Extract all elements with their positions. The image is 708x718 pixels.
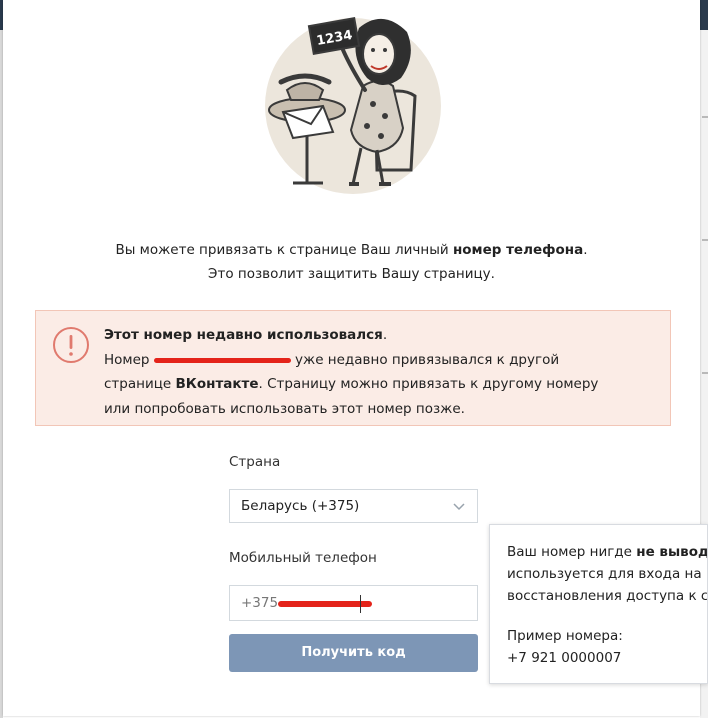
background-tick [702,372,708,374]
warning-line-2-prefix: Номер [104,351,154,368]
background-tick [702,116,708,118]
intro-line-1-prefix: Вы можете привязать к странице Ваш личны… [115,242,453,258]
tooltip-line-2: используется для входа на [507,566,702,582]
warning-line-4: или попробовать использовать этот номер … [104,400,465,417]
tooltip-line-3: восстановления доступа к с [507,588,708,604]
warning-box: Этот номер недавно использовался. Номер … [35,310,671,426]
phone-input-value: +375 [241,595,279,611]
phone-info-tooltip: Ваш номер нигде не вывод используется дл… [489,524,708,684]
intro-line-1: Вы можете привязать к странице Ваш личны… [3,238,700,262]
country-select[interactable]: Беларусь (+375) [229,489,478,523]
redacted-phone-digits [278,601,372,607]
girl-with-phone-illustration: 1234 [265,17,441,194]
background-tick [702,239,708,241]
phone-label: Мобильный телефон [229,550,377,566]
phone-input[interactable]: +375 [229,585,478,621]
warning-line-2: Номер уже недавно привязывался к другой [104,348,659,373]
warning-line-3-suffix: . Страницу можно привязать к другому ном… [258,376,599,392]
intro-text: Вы можете привязать к странице Ваш личны… [3,238,700,286]
tooltip-line-1-bold: не вывод [636,544,708,560]
tooltip-line-1-prefix: Ваш номер нигде [507,544,637,560]
warning-line-2-suffix: уже недавно привязывался к другой [290,351,560,368]
redacted-phone-number [153,353,291,367]
tooltip-example-label: Пример номера: [507,628,623,644]
warning-title: Этот номер недавно использовался [104,327,383,343]
warning-line-3-prefix: странице [104,376,176,392]
get-code-button[interactable]: Получить код [229,634,478,672]
warning-line-3-bold: ВКонтакте [175,376,259,392]
intro-line-2: Это позволит защитить Вашу страницу. [208,266,495,282]
intro-line-1-bold: номер телефона [452,242,584,258]
country-label: Страна [229,454,281,470]
tooltip-example-value: +7 921 0000007 [507,650,622,666]
warning-title-line: Этот номер недавно использовался. [104,323,659,348]
warning-text: Этот номер недавно использовался. Номер … [104,323,659,421]
intro-line-1-suffix: . [583,242,588,258]
tooltip-line-1: Ваш номер нигде не вывод [507,541,708,563]
text-caret [360,595,361,613]
country-select-value: Беларусь (+375) [241,498,360,514]
warning-line-3: странице ВКонтакте. Страницу можно привя… [104,372,659,397]
warning-exclamation-icon [53,327,89,363]
chevron-down-icon [453,503,465,511]
warning-title-suffix: . [382,327,388,343]
